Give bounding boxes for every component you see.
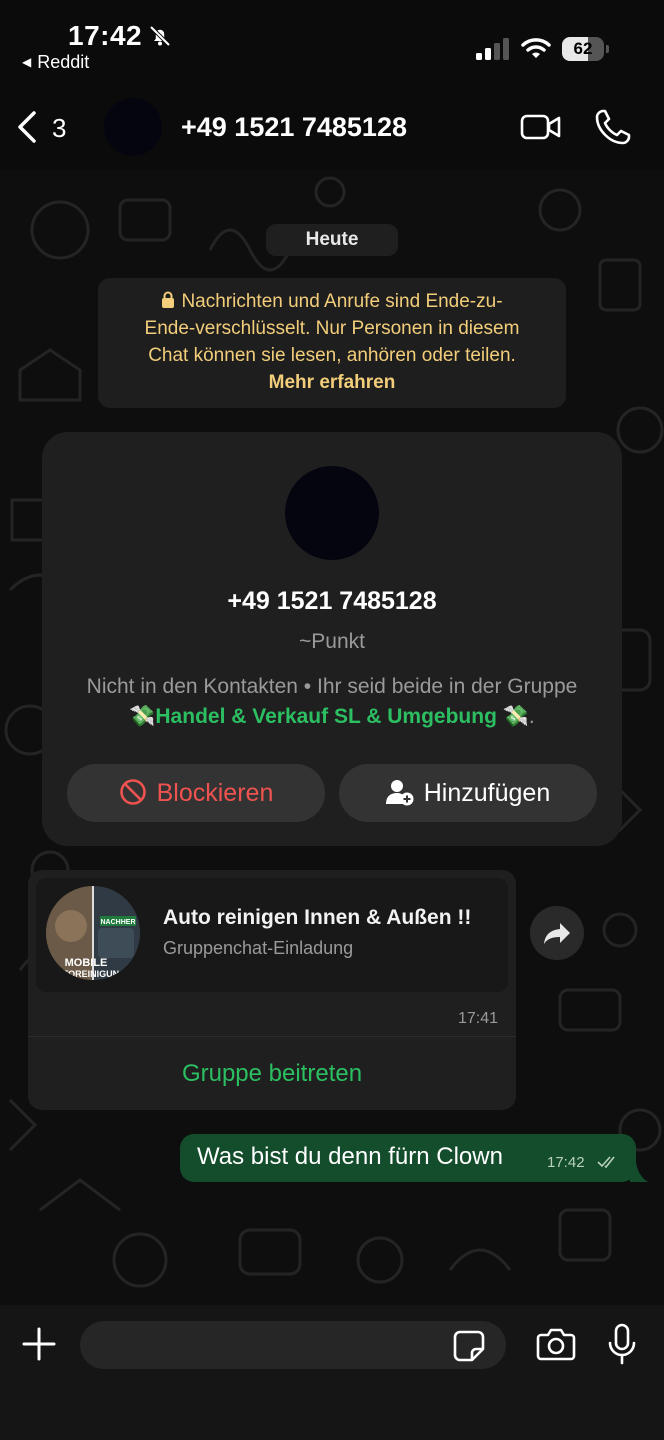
back-to-app-link[interactable]: ◀ Reddit xyxy=(22,52,89,73)
divider xyxy=(28,1036,516,1037)
wifi-icon xyxy=(521,38,551,58)
contact-card-info-line: Nicht in den Kontakten • Ihr seid beide … xyxy=(86,675,578,698)
add-contact-icon xyxy=(385,780,414,806)
phone-call-icon[interactable] xyxy=(594,108,632,146)
group-invite-subtitle: Gruppenchat-Einladung xyxy=(163,938,354,958)
block-button[interactable]: Blockieren xyxy=(67,764,325,822)
block-label: Blockieren xyxy=(156,779,274,807)
group-invite-avatar: NACHHER MOBILE AUTOREINIGUNG xyxy=(46,886,140,980)
bell-slash-icon xyxy=(149,25,171,47)
contact-card-phone: +49 1521 7485128 xyxy=(227,587,437,615)
contact-avatar[interactable] xyxy=(104,98,162,156)
outgoing-message-time: 17:42 xyxy=(547,1154,585,1171)
learn-more-link[interactable]: Mehr erfahren xyxy=(98,369,566,396)
chat-title[interactable]: +49 1521 7485128 xyxy=(181,112,407,143)
back-triangle-icon: ◀ xyxy=(22,55,32,69)
contact-card-avatar[interactable] xyxy=(285,466,379,560)
join-group-button[interactable]: Gruppe beitreten xyxy=(28,1060,516,1088)
chat-area[interactable]: Heute Nachrichten und Anrufe sind Ende-z… xyxy=(0,170,664,1305)
common-group-name: Handel & Verkauf SL & Umgebung xyxy=(155,705,497,728)
contact-card-info: Nicht in den Kontakten • Ihr seid beide … xyxy=(42,672,622,732)
battery-percentage: 62 xyxy=(573,39,593,58)
money-emoji-right: 💸 xyxy=(502,705,529,728)
battery-icon: 62 xyxy=(562,37,610,61)
avatar-badge-line2: AUTOREINIGUNG xyxy=(50,969,126,979)
encryption-line-3: Chat können sie lesen, anhören oder teil… xyxy=(148,345,516,366)
message-input[interactable] xyxy=(80,1321,506,1369)
common-group-link[interactable]: 💸Handel & Verkauf SL & Umgebung 💸 xyxy=(129,705,529,728)
signal-icon xyxy=(476,38,509,60)
back-app-label: Reddit xyxy=(37,52,90,72)
add-contact-label: Hinzufügen xyxy=(423,779,551,807)
avatar-badge-top: NACHHER xyxy=(101,919,136,926)
outgoing-message[interactable]: Was bist du denn fürn Clown 17:42 xyxy=(180,1134,636,1182)
plus-icon[interactable] xyxy=(22,1327,56,1361)
group-invite-preview[interactable]: NACHHER MOBILE AUTOREINIGUNG Auto reinig… xyxy=(36,878,508,992)
block-icon xyxy=(119,779,146,805)
message-composer xyxy=(0,1305,664,1440)
encryption-line-1: Nachrichten und Anrufe sind Ende-zu- xyxy=(181,291,503,312)
group-invite-time: 17:41 xyxy=(457,1010,498,1027)
double-check-icon xyxy=(597,1156,615,1169)
group-invite-message: NACHHER MOBILE AUTOREINIGUNG Auto reinig… xyxy=(28,870,516,1110)
money-emoji-left: 💸 xyxy=(129,705,156,728)
forward-button[interactable] xyxy=(530,906,584,960)
sticker-icon[interactable] xyxy=(452,1329,486,1363)
video-call-icon[interactable] xyxy=(520,112,562,142)
unread-count[interactable]: 3 xyxy=(52,113,66,144)
lock-icon xyxy=(162,291,175,308)
chat-header: 3 +49 1521 7485128 xyxy=(0,80,664,170)
status-bar: 17:42 ◀ Reddit 62 xyxy=(0,0,664,80)
unknown-contact-card: +49 1521 7485128 ~Punkt Nicht in den Kon… xyxy=(42,432,622,846)
outgoing-message-text: Was bist du denn fürn Clown xyxy=(197,1143,503,1170)
add-contact-button[interactable]: Hinzufügen xyxy=(339,764,597,822)
microphone-icon[interactable] xyxy=(608,1323,636,1365)
forward-icon xyxy=(544,923,570,944)
camera-icon[interactable] xyxy=(536,1327,576,1361)
avatar-badge-line1: MOBILE xyxy=(65,957,108,969)
bubble-tail xyxy=(630,1162,648,1182)
date-separator: Heute xyxy=(266,224,398,256)
chevron-left-icon[interactable] xyxy=(14,110,40,144)
encryption-line-2: Ende-verschlüsselt. Nur Personen in dies… xyxy=(144,318,520,339)
encryption-notice[interactable]: Nachrichten und Anrufe sind Ende-zu- End… xyxy=(98,278,566,408)
group-suffix: . xyxy=(528,705,535,728)
status-time: 17:42 xyxy=(68,20,143,51)
contact-card-alias: ~Punkt xyxy=(299,630,365,653)
group-invite-title: Auto reinigen Innen & Außen !! xyxy=(163,906,472,929)
